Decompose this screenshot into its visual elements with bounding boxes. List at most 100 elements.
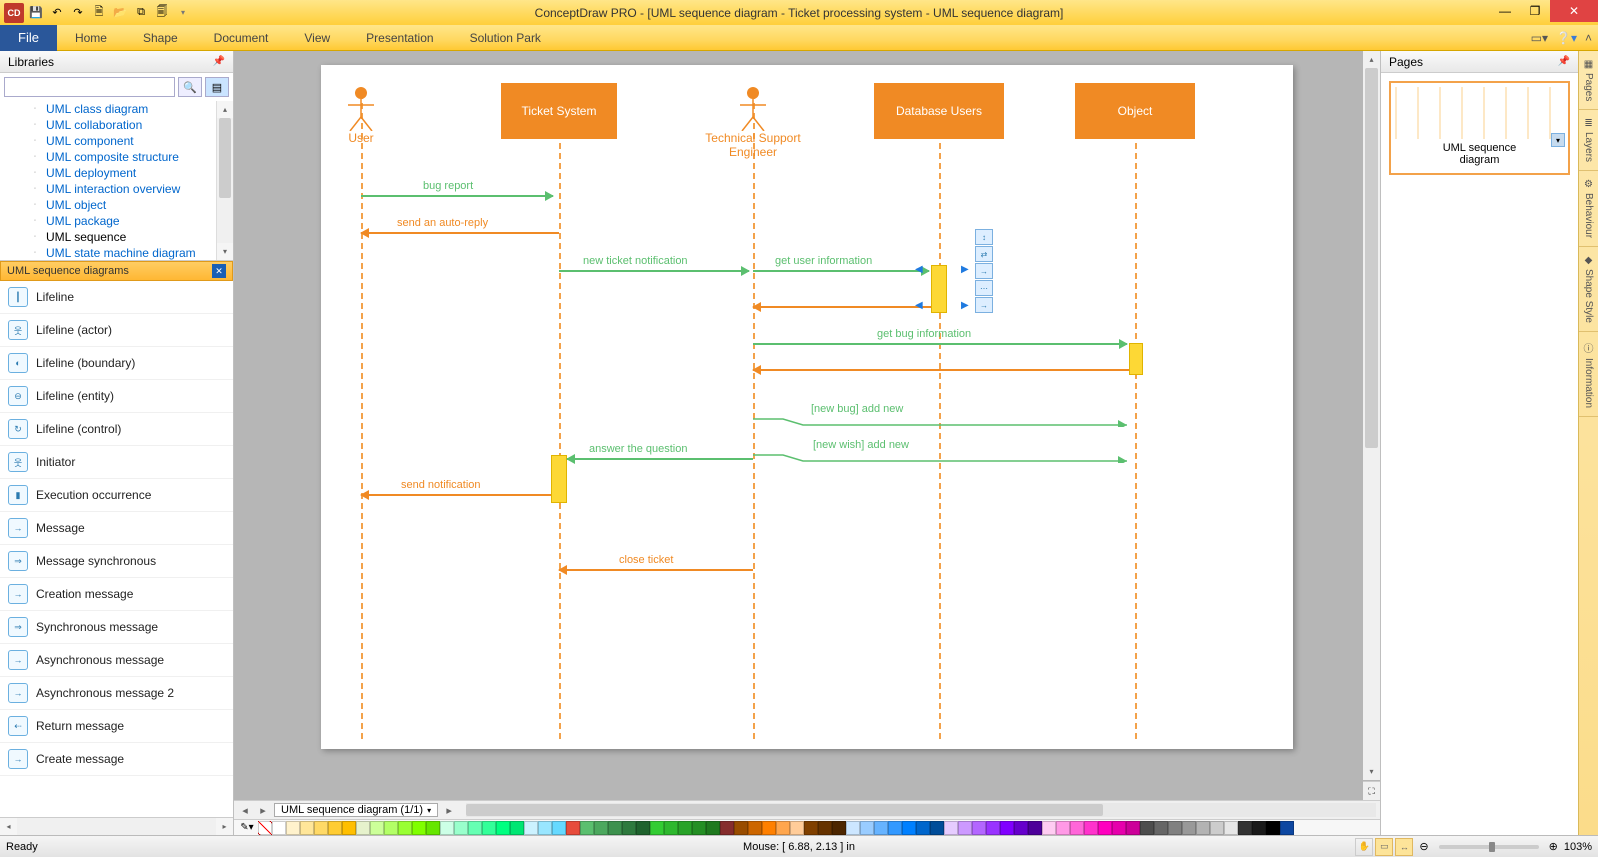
qat-redo-icon[interactable]: ↷ xyxy=(69,4,87,22)
actor-engineer[interactable]: Technical Support Engineer xyxy=(691,87,815,159)
lib-tree-item-selected[interactable]: UML sequence xyxy=(0,229,233,245)
color-swatch[interactable] xyxy=(510,821,524,835)
qat-print-icon[interactable]: 🗐 xyxy=(153,4,171,22)
close-button[interactable]: ✕ xyxy=(1550,0,1598,22)
color-swatch[interactable] xyxy=(1182,821,1196,835)
arrow-answer[interactable] xyxy=(567,458,753,460)
lib-tree-item[interactable]: UML object xyxy=(0,197,233,213)
arrow-auto-reply[interactable] xyxy=(361,232,559,234)
canvas-vscroll[interactable]: ▴▾ xyxy=(1363,51,1380,780)
shape-item[interactable]: →Asynchronous message xyxy=(0,644,233,677)
lib-tree-item[interactable]: UML package xyxy=(0,213,233,229)
arrow-get-bug[interactable] xyxy=(753,343,1127,345)
page-tab[interactable]: UML sequence diagram (1/1)▾ xyxy=(274,803,438,817)
color-swatch[interactable] xyxy=(1084,821,1098,835)
shape-item[interactable]: 웃Lifeline (actor) xyxy=(0,314,233,347)
color-swatch[interactable] xyxy=(370,821,384,835)
page-thumbnail[interactable]: ▾ UML sequence diagram xyxy=(1389,81,1570,175)
tab-nav-first[interactable]: ◂ xyxy=(238,804,252,817)
color-swatch[interactable] xyxy=(398,821,412,835)
libraries-pin-icon[interactable]: 📌 xyxy=(213,56,225,67)
ribbon-tab-view[interactable]: View xyxy=(286,27,348,49)
zoom-slider[interactable] xyxy=(1439,845,1539,849)
search-button[interactable]: 🔍 xyxy=(178,77,202,97)
shape-item[interactable]: 웃Initiator xyxy=(0,446,233,479)
libraries-hscroll[interactable]: ◂▸ xyxy=(0,817,233,835)
color-swatch[interactable] xyxy=(1224,821,1238,835)
msg-get-bug[interactable]: get bug information xyxy=(877,328,971,340)
color-swatch[interactable] xyxy=(1140,821,1154,835)
tree-scrollbar[interactable]: ▴▾ xyxy=(216,101,233,260)
color-swatch[interactable] xyxy=(1042,821,1056,835)
color-swatch[interactable] xyxy=(678,821,692,835)
shape-item[interactable]: ┃Lifeline xyxy=(0,281,233,314)
tab-nav-prev[interactable]: ▸ xyxy=(256,804,270,817)
ribbon-collapse-icon[interactable]: ˄ xyxy=(1585,31,1592,45)
activation-object[interactable] xyxy=(1129,343,1143,375)
color-swatch[interactable] xyxy=(1126,821,1140,835)
lib-tree-item[interactable]: UML class diagram xyxy=(0,101,233,117)
color-swatch[interactable] xyxy=(664,821,678,835)
color-swatch[interactable] xyxy=(384,821,398,835)
color-swatch[interactable] xyxy=(1000,821,1014,835)
lib-tree-item[interactable]: UML state machine diagram xyxy=(0,245,233,261)
color-swatch[interactable] xyxy=(328,821,342,835)
color-swatch[interactable] xyxy=(930,821,944,835)
color-swatch[interactable] xyxy=(1070,821,1084,835)
shape-item[interactable]: →Creation message xyxy=(0,578,233,611)
color-swatch[interactable] xyxy=(1112,821,1126,835)
arrow-bug-return[interactable] xyxy=(753,369,1129,371)
color-swatch[interactable] xyxy=(468,821,482,835)
side-tab-layers[interactable]: ≣Layers xyxy=(1579,110,1598,171)
msg-answer[interactable]: answer the question xyxy=(589,443,687,455)
minimize-button[interactable]: — xyxy=(1490,0,1520,22)
maximize-button[interactable]: ❐ xyxy=(1520,0,1550,22)
shape-item[interactable]: →Message xyxy=(0,512,233,545)
file-tab[interactable]: File xyxy=(0,25,57,51)
ribbon-tab-home[interactable]: Home xyxy=(57,27,125,49)
color-swatch[interactable] xyxy=(762,821,776,835)
swatch-nofill[interactable] xyxy=(258,821,272,835)
lifeline-object[interactable] xyxy=(1135,93,1137,739)
color-swatch[interactable] xyxy=(286,821,300,835)
qat-copy-icon[interactable]: ⧉ xyxy=(132,4,150,22)
handle-right2[interactable]: ▶ xyxy=(961,300,969,311)
zoom-out-icon[interactable]: ⊖ xyxy=(1419,840,1428,853)
side-tab-shapestyle[interactable]: ◆Shape Style xyxy=(1579,247,1598,332)
color-swatch[interactable] xyxy=(706,821,720,835)
color-swatch[interactable] xyxy=(1238,821,1252,835)
shape-item[interactable]: ⇠Return message xyxy=(0,710,233,743)
color-swatch[interactable] xyxy=(818,821,832,835)
color-swatch[interactable] xyxy=(594,821,608,835)
sb-tool-3[interactable]: ↔ xyxy=(1395,838,1413,856)
activation-db[interactable] xyxy=(931,265,947,313)
color-swatch[interactable] xyxy=(1014,821,1028,835)
handle-left[interactable]: ◀ xyxy=(915,264,923,275)
color-swatch[interactable] xyxy=(650,821,664,835)
qat-new-icon[interactable]: 🗎 xyxy=(90,4,108,22)
ribbon-help-icon[interactable]: ❔▾ xyxy=(1556,31,1577,45)
color-swatch[interactable] xyxy=(356,821,370,835)
color-swatch[interactable] xyxy=(636,821,650,835)
color-swatch[interactable] xyxy=(860,821,874,835)
arrow-user-return[interactable] xyxy=(753,306,931,308)
ribbon-tab-shape[interactable]: Shape xyxy=(125,27,196,49)
side-tab-information[interactable]: ⓘInformation xyxy=(1579,332,1598,417)
color-swatch[interactable] xyxy=(412,821,426,835)
stencil-close-icon[interactable]: ✕ xyxy=(212,264,226,278)
color-swatch[interactable] xyxy=(692,821,706,835)
shape-item[interactable]: ⊖Lifeline (entity) xyxy=(0,380,233,413)
qat-open-icon[interactable]: 📂 xyxy=(111,4,129,22)
color-swatch[interactable] xyxy=(958,821,972,835)
color-swatch[interactable] xyxy=(426,821,440,835)
color-swatch[interactable] xyxy=(734,821,748,835)
zoom-value[interactable]: 103% xyxy=(1564,841,1592,853)
arrow-new-ticket[interactable] xyxy=(559,270,749,272)
color-swatch[interactable] xyxy=(300,821,314,835)
search-input[interactable] xyxy=(4,77,175,97)
color-swatch[interactable] xyxy=(888,821,902,835)
lib-tree-item[interactable]: UML component xyxy=(0,133,233,149)
color-swatch[interactable] xyxy=(566,821,580,835)
color-swatch[interactable] xyxy=(454,821,468,835)
lib-tree-item[interactable]: UML composite structure xyxy=(0,149,233,165)
